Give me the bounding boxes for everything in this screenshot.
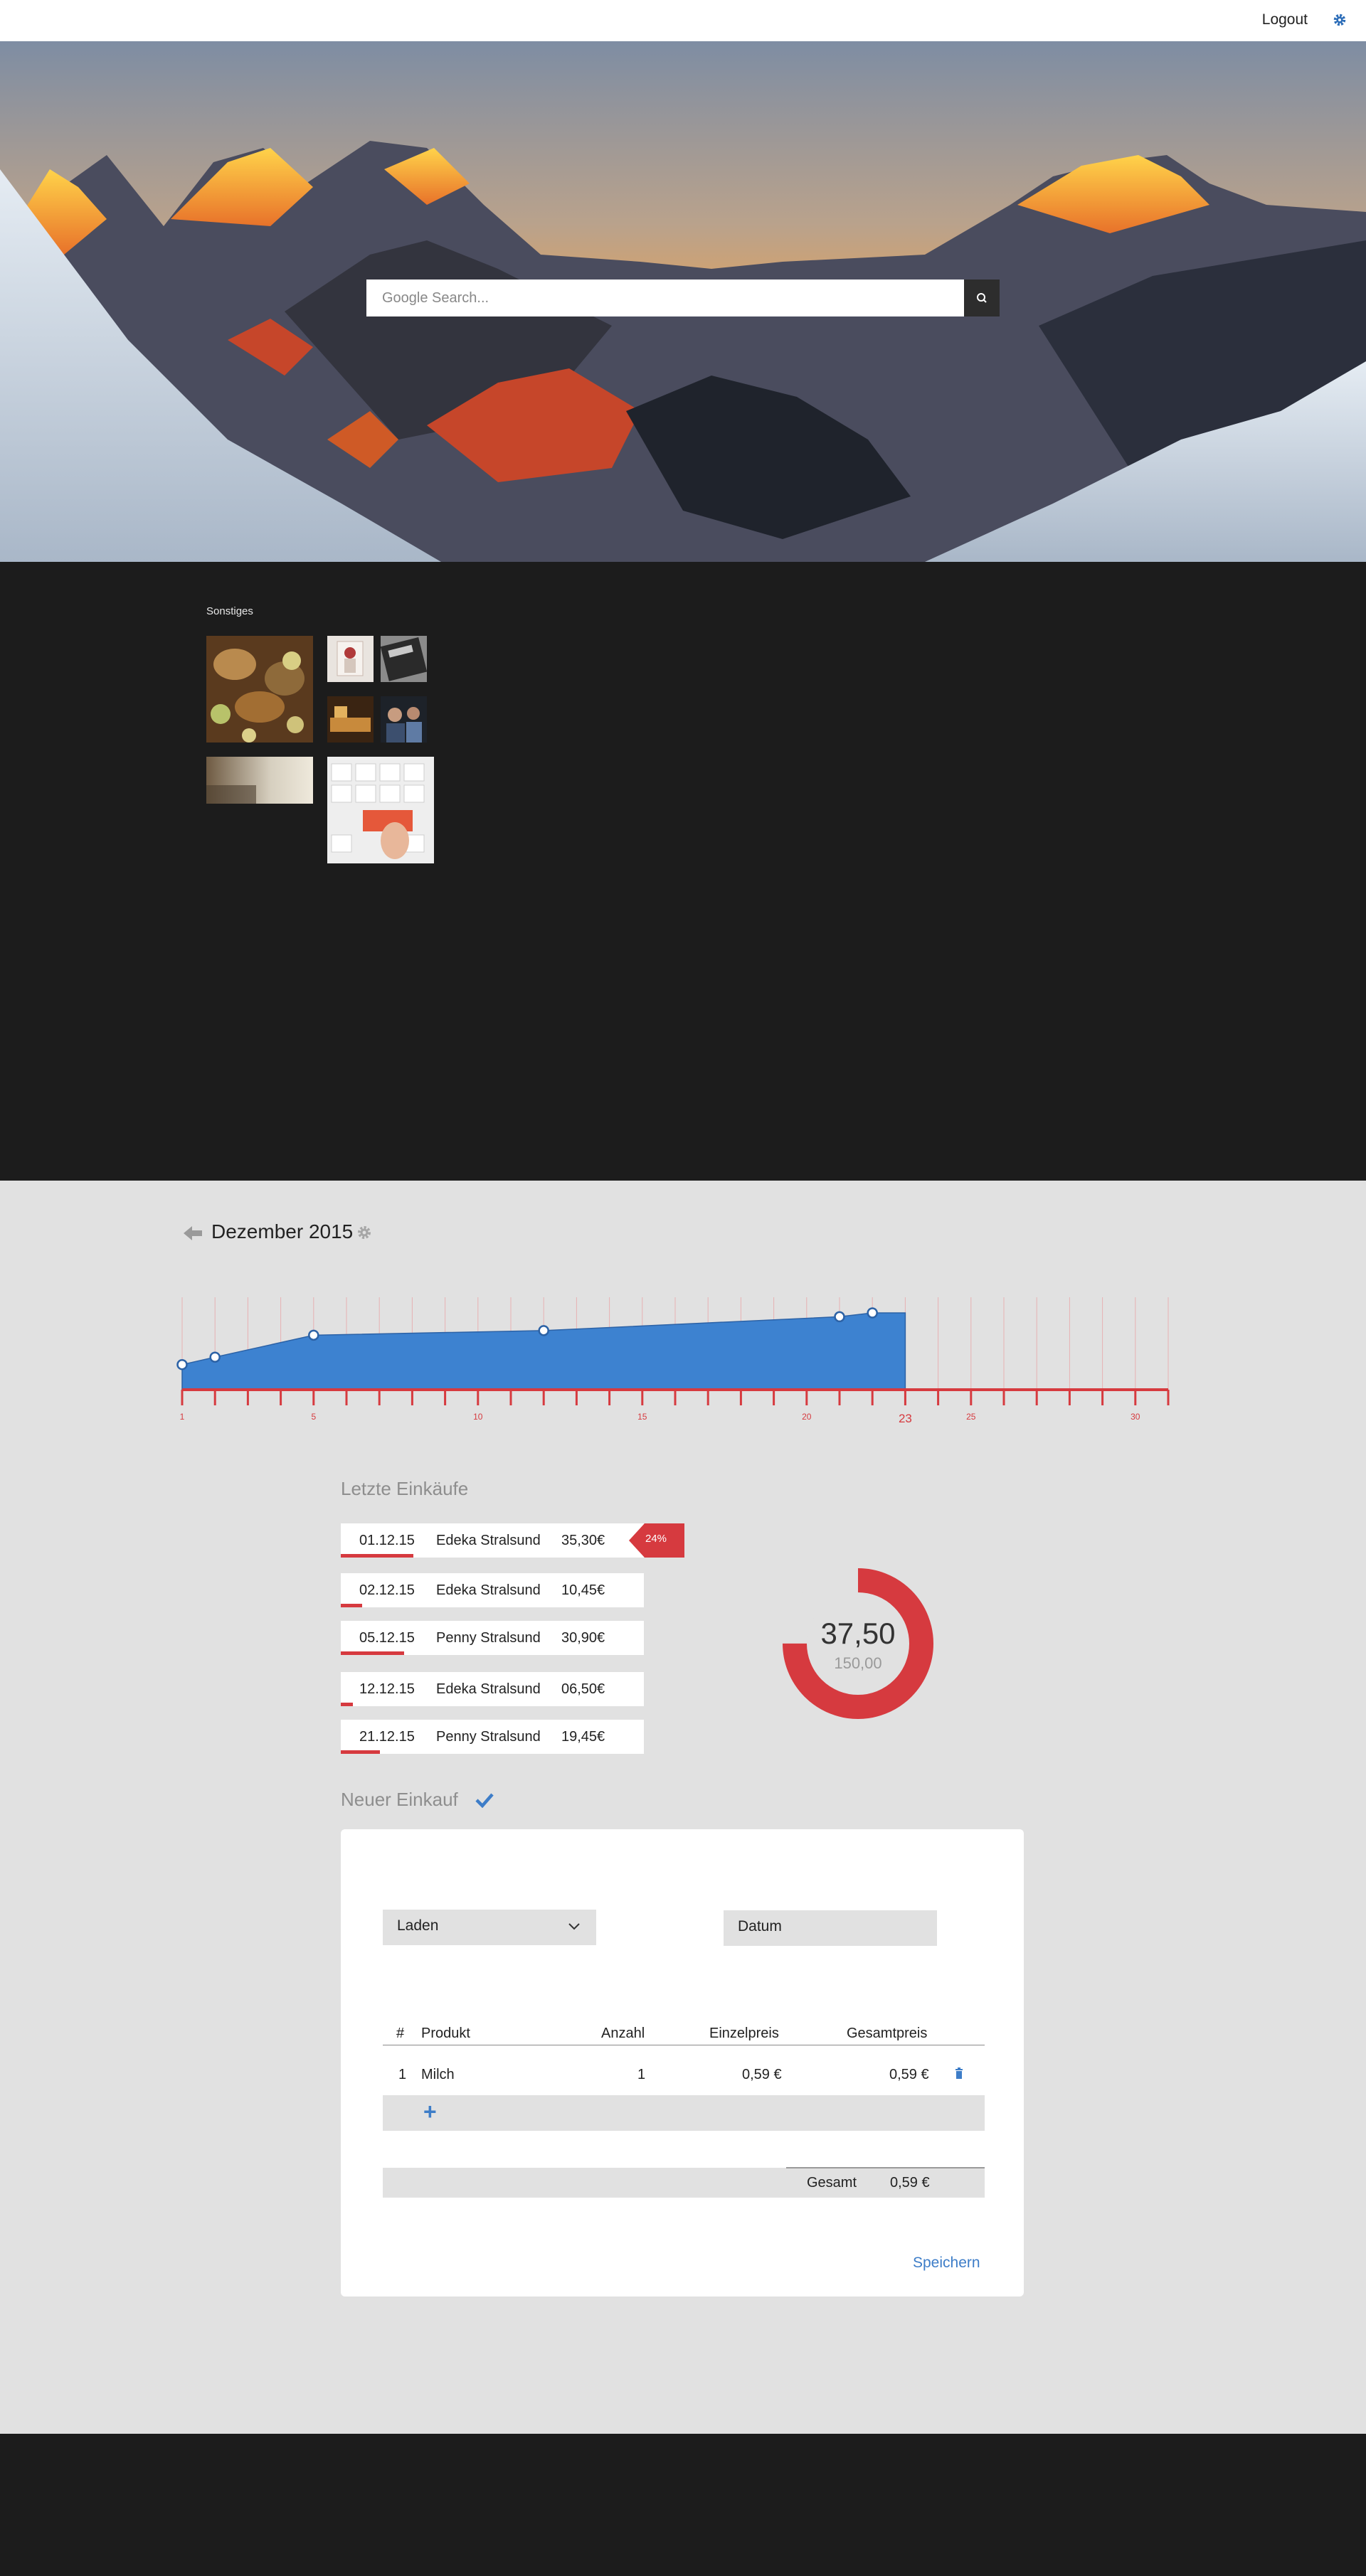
purchase-store: Edeka Stralsund xyxy=(436,1681,541,1697)
tick-label: 5 xyxy=(311,1412,316,1422)
date-field-value: Datum xyxy=(738,1918,782,1934)
purchase-share-bar xyxy=(341,1750,381,1754)
gear-icon[interactable] xyxy=(1332,12,1348,28)
row-number: 1 xyxy=(398,2067,407,2082)
store-select[interactable]: Laden xyxy=(383,1910,596,1945)
purchase-date: 21.12.15 xyxy=(359,1729,415,1745)
date-field[interactable]: Datum xyxy=(724,1910,937,1946)
tick-label: 20 xyxy=(802,1412,812,1422)
purchase-date: 02.12.15 xyxy=(359,1582,415,1598)
calculator-image xyxy=(381,636,427,682)
purchase-store: Penny Stralsund xyxy=(436,1630,541,1646)
tile-food[interactable] xyxy=(206,636,313,743)
row-product[interactable]: Milch xyxy=(421,2067,455,2083)
purchase-price: 30,90€ xyxy=(561,1630,605,1646)
people-image xyxy=(381,696,427,743)
purchase-share-bar xyxy=(341,1604,362,1607)
row-unit-price[interactable]: 0,59 € xyxy=(742,2067,782,2083)
total-value: 0,59 € xyxy=(890,2175,930,2191)
store-select-value: Laden xyxy=(397,1917,439,1934)
data-point[interactable] xyxy=(308,1329,319,1341)
data-point[interactable] xyxy=(209,1351,221,1363)
links-section xyxy=(0,562,1366,1181)
tile-calculator[interactable] xyxy=(381,636,427,682)
purchase-date: 01.12.15 xyxy=(359,1533,415,1548)
tick-label: 30 xyxy=(1131,1412,1140,1422)
total-divider xyxy=(786,2167,985,2168)
logout-link[interactable]: Logout xyxy=(1262,11,1308,28)
budget-spent: 37,50 xyxy=(820,1617,896,1650)
tile-people[interactable] xyxy=(381,696,427,743)
purchase-row[interactable]: 12.12.15 Edeka Stralsund 06,50€ xyxy=(341,1672,644,1706)
purchase-date: 12.12.15 xyxy=(359,1681,415,1697)
workshop-image xyxy=(327,696,374,743)
purchase-store: Edeka Stralsund xyxy=(436,1582,541,1598)
back-arrow-icon[interactable] xyxy=(184,1225,205,1242)
column-header-unit-price: Einzelpreis xyxy=(709,2026,779,2041)
spending-timeline-chart: 1 5 10 15 20 23 25 30 xyxy=(176,1297,1170,1425)
column-header-num: # xyxy=(396,2026,405,2041)
purchase-row[interactable]: 21.12.15 Penny Stralsund 19,45€ xyxy=(341,1720,644,1754)
purchase-share-bar xyxy=(341,1703,354,1706)
category-title: Sonstiges xyxy=(206,605,253,617)
percentage-badge-label: 24% xyxy=(645,1533,667,1545)
chevron-down-icon xyxy=(568,1923,580,1930)
column-header-total-price: Gesamtpreis xyxy=(847,2026,928,2041)
row-total-price: 0,59 € xyxy=(889,2067,929,2082)
purchase-row[interactable]: 05.12.15 Penny Stralsund 30,90€ xyxy=(341,1621,644,1655)
top-bar: Logout xyxy=(0,0,1366,42)
search-button[interactable] xyxy=(964,280,1000,316)
data-point[interactable] xyxy=(538,1325,549,1336)
data-point[interactable] xyxy=(176,1358,188,1371)
gear-icon[interactable] xyxy=(356,1224,373,1241)
save-button[interactable]: Speichern xyxy=(913,2255,980,2272)
purchase-store: Penny Stralsund xyxy=(436,1729,541,1745)
search-icon xyxy=(977,293,987,303)
search-input[interactable] xyxy=(366,280,964,316)
budget-total: 150,00 xyxy=(834,1654,882,1672)
column-header-quantity: Anzahl xyxy=(601,2026,645,2041)
footer xyxy=(0,2434,1366,2576)
purchase-price: 06,50€ xyxy=(561,1681,605,1697)
person-image xyxy=(327,636,374,682)
tile-workshop[interactable] xyxy=(327,696,374,743)
month-title: Dezember 2015 xyxy=(211,1220,354,1242)
row-quantity[interactable]: 1 xyxy=(637,2067,645,2083)
tile-fog[interactable] xyxy=(206,757,313,804)
purchase-price: 19,45€ xyxy=(561,1729,605,1745)
fog-image xyxy=(206,757,313,804)
purchase-date: 05.12.15 xyxy=(359,1630,415,1646)
new-purchase-title: Neuer Einkauf xyxy=(341,1789,458,1810)
purchase-price: 35,30€ xyxy=(561,1533,605,1548)
purchase-price: 10,45€ xyxy=(561,1582,605,1598)
total-label: Gesamt xyxy=(807,2175,857,2191)
purchase-row[interactable]: 01.12.15 Edeka Stralsund 35,30€ xyxy=(341,1523,644,1558)
plus-icon[interactable]: + xyxy=(423,2100,437,2123)
tick-label: 15 xyxy=(637,1412,647,1422)
purchase-share-bar xyxy=(341,1651,405,1655)
food-image xyxy=(206,636,313,743)
data-point[interactable] xyxy=(834,1311,845,1323)
purchase-store: Edeka Stralsund xyxy=(436,1533,541,1548)
tick-label: 10 xyxy=(473,1412,483,1422)
column-header-product: Produkt xyxy=(421,2026,470,2041)
new-purchase-card xyxy=(341,1829,1024,2296)
tick-label: 23 xyxy=(899,1412,912,1425)
purchase-row[interactable]: 02.12.15 Edeka Stralsund 10,45€ xyxy=(341,1573,644,1607)
tick-label: 1 xyxy=(180,1412,185,1422)
trash-icon[interactable] xyxy=(955,2067,963,2079)
data-point[interactable] xyxy=(867,1307,878,1319)
add-product-row[interactable] xyxy=(383,2095,985,2131)
checkmark-icon[interactable] xyxy=(475,1792,494,1808)
purchase-share-bar xyxy=(341,1554,414,1558)
tile-keyboard[interactable] xyxy=(327,757,434,863)
keyboard-image xyxy=(327,757,434,863)
recent-purchases-title: Letzte Einkäufe xyxy=(341,1478,469,1499)
tick-label: 25 xyxy=(966,1412,976,1422)
tile-person[interactable] xyxy=(327,636,374,682)
